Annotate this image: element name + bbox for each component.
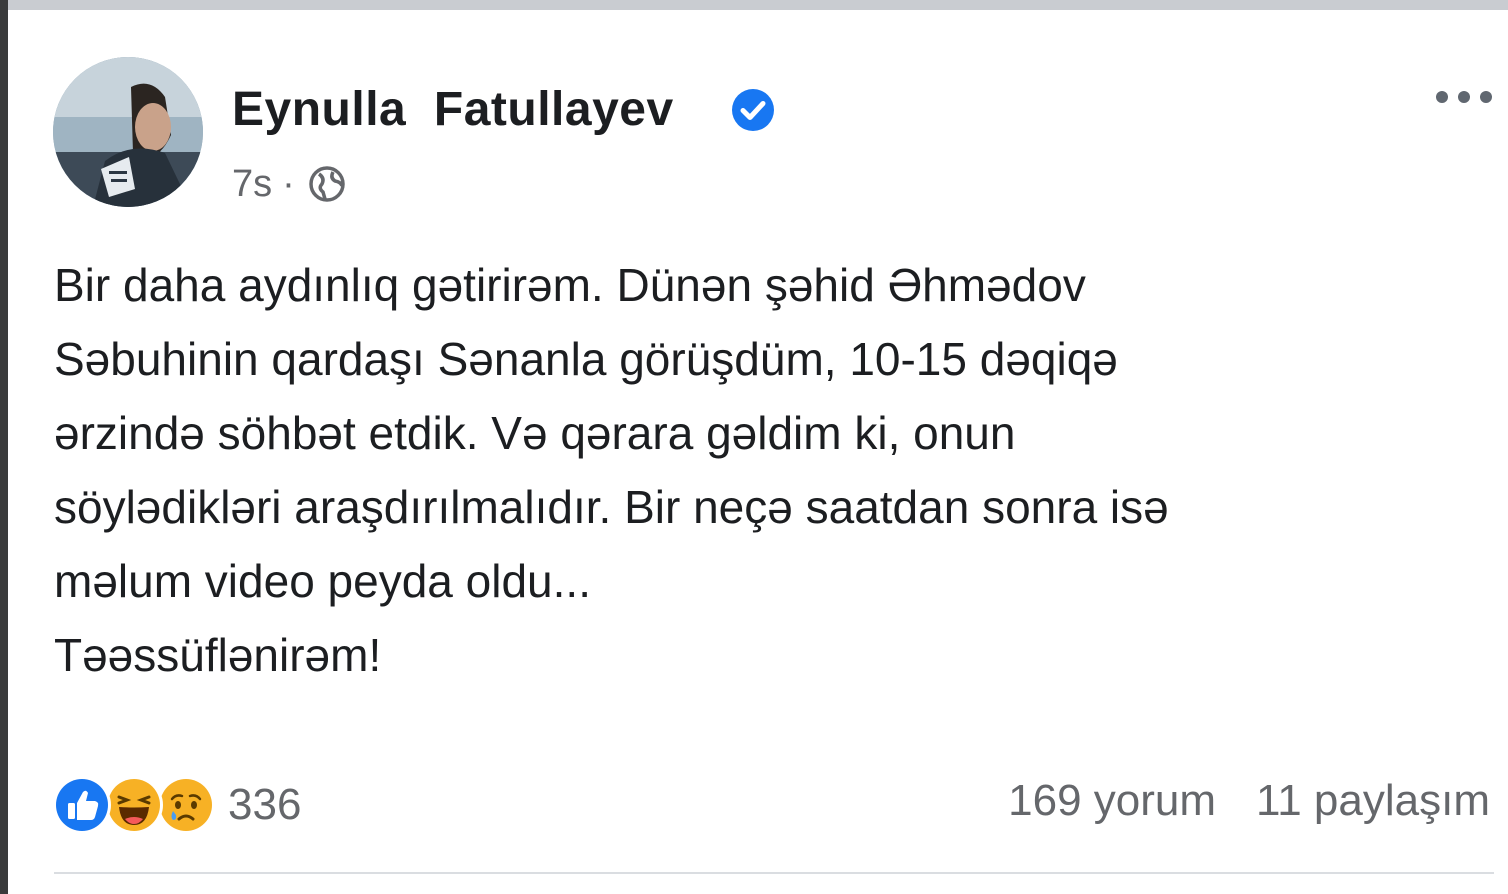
post-stats: 169 yorum 11 paylaşım [1008, 776, 1490, 826]
comments-count-link[interactable]: 169 yorum [1008, 776, 1216, 826]
reaction-count[interactable]: 336 [228, 780, 301, 830]
window-top-border [0, 0, 1508, 10]
actions-divider [54, 872, 1494, 874]
post-text-line: Səbuhinin qardaşı Sənanla görüşdüm, 10-1… [54, 333, 1118, 385]
like-icon [53, 776, 111, 834]
more-options-icon[interactable] [1432, 84, 1496, 110]
post-body: Bir daha aydınlıq gətirirəm. Dünən şəhid… [54, 248, 1474, 692]
post-timestamp[interactable]: 7s [232, 163, 272, 206]
reactions-summary[interactable]: 336 [52, 772, 301, 838]
meta-separator: · [282, 162, 295, 205]
post-text-line: ərzində söhbət etdik. Və qərara gəldim k… [54, 407, 1016, 459]
author-avatar[interactable] [53, 57, 203, 207]
post-text-line: Təəssüflənirəm! [54, 629, 382, 681]
facebook-post: Eynulla Fatullayev 7s · Bir daha aydınlı… [8, 10, 1508, 894]
sad-icon [157, 776, 215, 834]
shares-count-link[interactable]: 11 paylaşım [1256, 776, 1490, 826]
author-name[interactable]: Eynulla Fatullayev [232, 82, 674, 137]
post-text-line: məlum video peyda oldu... [54, 555, 591, 607]
post-meta: 7s · [232, 162, 347, 206]
verified-badge-icon [732, 89, 774, 131]
post-text-line: Bir daha aydınlıq gətirirəm. Dünən şəhid… [54, 259, 1086, 311]
post-text-line: söylədikləri araşdırılmalıdır. Bir neçə … [54, 481, 1169, 533]
haha-icon [105, 776, 163, 834]
globe-icon [309, 166, 345, 202]
window-left-border [0, 0, 8, 894]
